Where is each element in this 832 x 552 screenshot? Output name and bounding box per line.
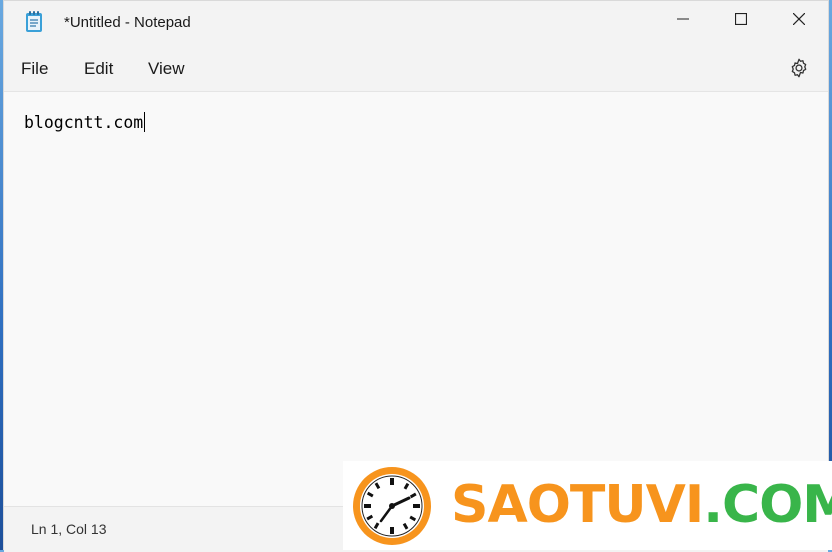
gear-icon[interactable] <box>788 57 810 79</box>
maximize-icon <box>734 12 748 30</box>
close-button[interactable] <box>770 1 828 41</box>
watermark-text: SAOTUVI.COM <box>451 475 832 535</box>
close-icon <box>792 12 806 30</box>
text-editor[interactable]: blogcntt.com <box>4 92 828 506</box>
minimize-button[interactable] <box>654 1 712 41</box>
notepad-icon <box>24 11 44 33</box>
watermark-text-orange: SAOTUVI <box>451 475 704 535</box>
maximize-button[interactable] <box>712 1 770 41</box>
menu-file[interactable]: File <box>21 59 48 79</box>
editor-text[interactable]: blogcntt.com <box>24 112 146 132</box>
title-bar[interactable]: *Untitled - Notepad <box>4 1 828 45</box>
menu-bar: File Edit View <box>4 45 828 92</box>
clock-icon <box>351 465 433 547</box>
cursor-position: Ln 1, Col 13 <box>31 521 107 537</box>
menu-view[interactable]: View <box>148 59 185 79</box>
window-title: *Untitled - Notepad <box>64 14 191 31</box>
text-caret <box>144 112 146 132</box>
menu-edit[interactable]: Edit <box>84 59 113 79</box>
minimize-icon <box>677 12 689 30</box>
watermark-logo: SAOTUVI.COM <box>343 461 832 550</box>
watermark-text-green: .COM <box>703 475 832 535</box>
